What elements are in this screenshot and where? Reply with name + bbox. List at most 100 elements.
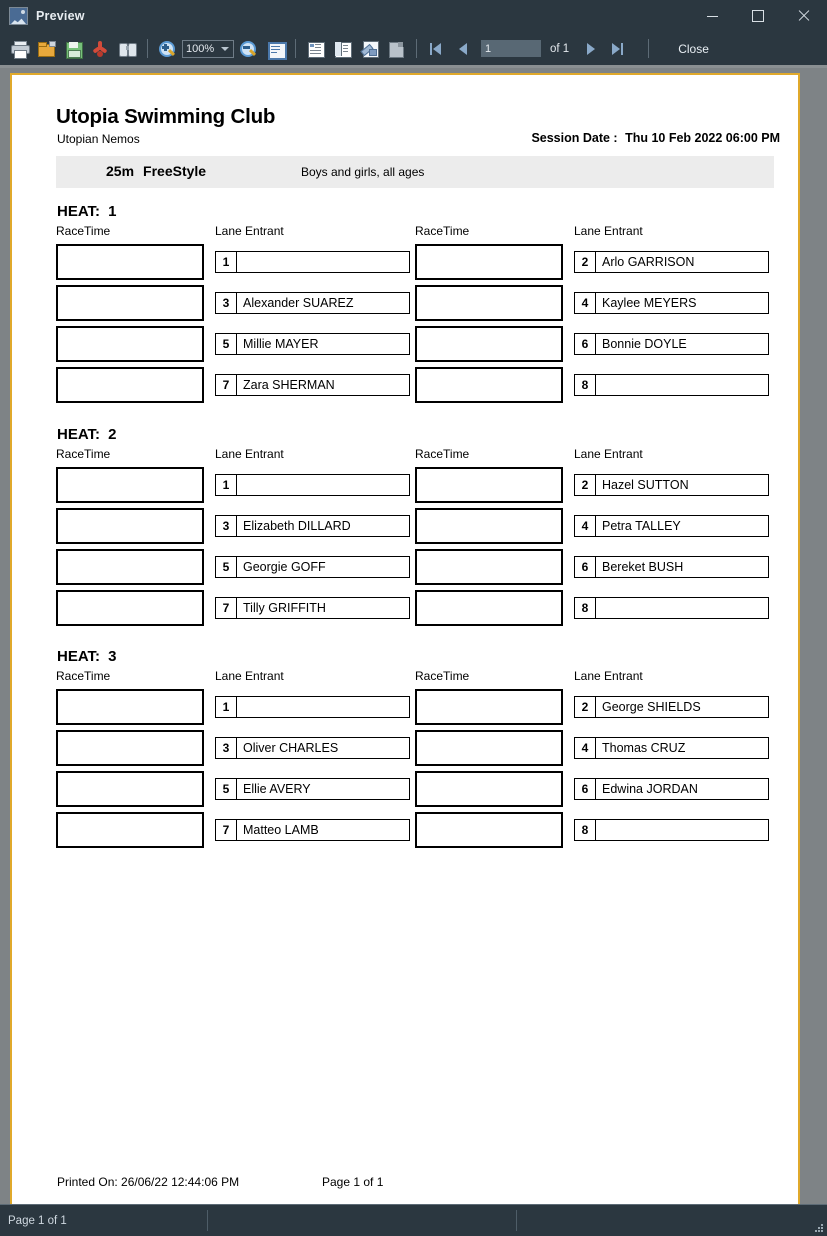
zoom-in-button[interactable] — [155, 36, 180, 61]
single-page-icon — [266, 40, 287, 60]
lane-row: 8 — [574, 597, 769, 619]
lane-number: 5 — [215, 556, 237, 578]
racetime-box[interactable] — [415, 689, 563, 725]
entrant-name: Arlo GARRISON — [596, 251, 769, 273]
preview-image-icon — [9, 7, 28, 25]
maximize-button[interactable] — [735, 0, 781, 32]
close-icon — [798, 10, 810, 22]
racetime-box[interactable] — [415, 244, 563, 280]
racetime-box[interactable] — [56, 467, 204, 503]
racetime-box[interactable] — [56, 771, 204, 807]
prev-page-button[interactable] — [451, 36, 476, 61]
racetime-box[interactable] — [415, 730, 563, 766]
zoom-level-value: 100% — [186, 42, 215, 55]
entrant-name: Thomas CRUZ — [596, 737, 769, 759]
open-button[interactable] — [34, 36, 59, 61]
first-page-icon — [427, 40, 446, 58]
single-page-button[interactable] — [263, 36, 288, 61]
club-name: Utopia Swimming Club — [56, 105, 276, 128]
racetime-box[interactable] — [415, 812, 563, 848]
lane-number: 5 — [215, 778, 237, 800]
racetime-box[interactable] — [415, 508, 563, 544]
printed-on: Printed On: 26/06/22 12:44:06 PM — [57, 1175, 240, 1189]
minimize-button[interactable] — [689, 0, 735, 32]
close-preview-button[interactable]: Close — [670, 39, 717, 59]
zoom-level-select[interactable]: 100% — [182, 39, 234, 58]
find-button[interactable] — [115, 36, 140, 61]
lane-number: 7 — [215, 597, 237, 619]
preview-top-edge — [0, 65, 827, 68]
racetime-box[interactable] — [415, 367, 563, 403]
event-name: 25m FreeStyle — [106, 163, 206, 179]
export-pdf-button[interactable] — [88, 36, 113, 61]
stop-render-button[interactable] — [384, 36, 409, 61]
last-page-button[interactable] — [605, 36, 630, 61]
racetime-box[interactable] — [56, 367, 204, 403]
next-page-button[interactable] — [578, 36, 603, 61]
page-setup-button[interactable] — [357, 36, 382, 61]
page-number-input[interactable]: 1 — [481, 40, 541, 57]
session-date-line: Session Date : Thu 10 Feb 2022 06:00 PM — [531, 131, 780, 145]
thumbnails-button[interactable] — [330, 36, 355, 61]
preview-canvas[interactable]: Utopia Swimming Club Utopian Nemos Sessi… — [0, 65, 827, 1204]
racetime-box[interactable] — [415, 590, 563, 626]
next-page-icon — [581, 40, 600, 58]
column-header-lane-entrant: Lane Entrant — [574, 224, 643, 238]
entrant-name: Kaylee MEYERS — [596, 292, 769, 314]
column-header-lane-entrant: Lane Entrant — [215, 447, 284, 461]
lane-row: 3 Alexander SUAREZ — [215, 292, 410, 314]
toolbar-separator-2 — [295, 39, 296, 58]
entrant-name: Bereket BUSH — [596, 556, 769, 578]
lane-number: 6 — [574, 778, 596, 800]
status-divider-1 — [207, 1210, 208, 1231]
racetime-box[interactable] — [56, 326, 204, 362]
racetime-box[interactable] — [56, 549, 204, 585]
lane-number: 7 — [215, 374, 237, 396]
column-header-racetime: RaceTime — [56, 224, 111, 238]
racetime-box[interactable] — [415, 285, 563, 321]
lane-number: 5 — [215, 333, 237, 355]
racetime-box[interactable] — [415, 771, 563, 807]
page-number-value: 1 — [485, 42, 492, 55]
first-page-button[interactable] — [424, 36, 449, 61]
racetime-box[interactable] — [56, 689, 204, 725]
lane-row: 6 Edwina JORDAN — [574, 778, 769, 800]
heat-title: HEAT: 2 — [57, 426, 116, 443]
racetime-box[interactable] — [415, 467, 563, 503]
lane-row: 1 — [215, 696, 410, 718]
print-button[interactable] — [7, 36, 32, 61]
racetime-box[interactable] — [415, 326, 563, 362]
entrant-name — [596, 374, 769, 396]
racetime-box[interactable] — [56, 244, 204, 280]
maximize-icon — [752, 10, 764, 22]
page-layout-icon — [306, 40, 325, 58]
save-button[interactable] — [61, 36, 86, 61]
title-bar-left: Preview — [0, 7, 85, 25]
lane-number: 3 — [215, 737, 237, 759]
lane-number: 6 — [574, 556, 596, 578]
lane-number: 1 — [215, 251, 237, 273]
lane-number: 8 — [574, 597, 596, 619]
resize-grip[interactable] — [813, 1222, 823, 1232]
racetime-box[interactable] — [56, 285, 204, 321]
column-header-lane-entrant: Lane Entrant — [574, 669, 643, 683]
racetime-box[interactable] — [56, 730, 204, 766]
lane-row: 6 Bonnie DOYLE — [574, 333, 769, 355]
lane-number: 2 — [574, 251, 596, 273]
racetime-box[interactable] — [56, 590, 204, 626]
column-header-racetime: RaceTime — [415, 447, 470, 461]
heat-title: HEAT: 3 — [57, 648, 116, 665]
racetime-box[interactable] — [415, 549, 563, 585]
racetime-box[interactable] — [56, 812, 204, 848]
page-layout-button[interactable] — [303, 36, 328, 61]
column-header-racetime: RaceTime — [415, 224, 470, 238]
zoom-out-button[interactable] — [236, 36, 261, 61]
close-window-button[interactable] — [781, 0, 827, 32]
preview-toolbar: 100% 1 of 1 Close — [0, 32, 827, 65]
lane-number: 3 — [215, 515, 237, 537]
export-pdf-icon — [91, 40, 110, 58]
entrant-name: Tilly GRIFFITH — [237, 597, 410, 619]
racetime-box[interactable] — [56, 508, 204, 544]
open-folder-icon — [37, 40, 56, 58]
status-page-text: Page 1 of 1 — [8, 1214, 67, 1227]
